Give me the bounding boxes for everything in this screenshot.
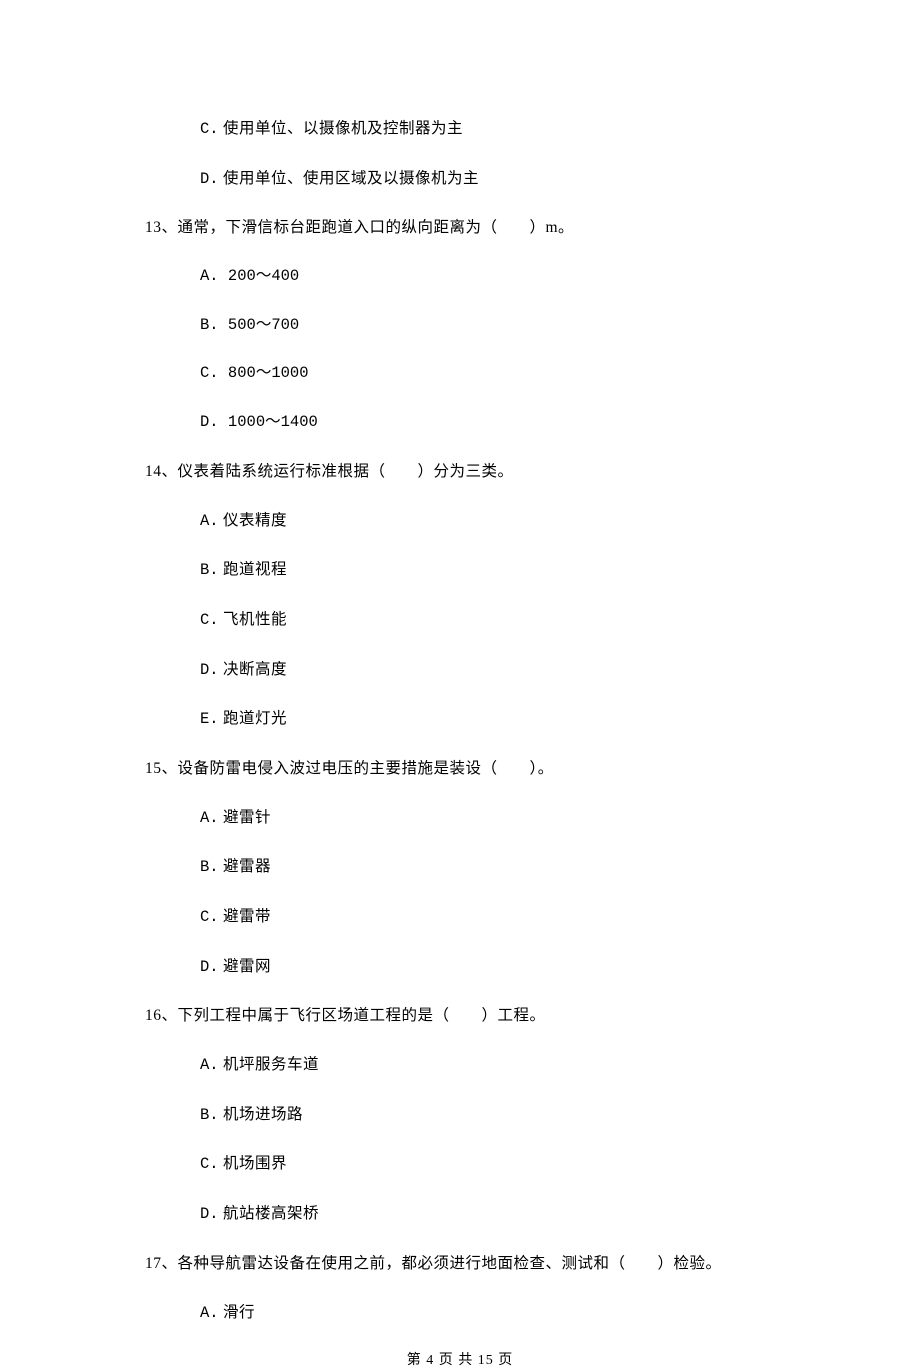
- option-text: 避雷网: [223, 958, 271, 975]
- option-label: A.: [200, 267, 219, 285]
- option-label: C.: [200, 120, 219, 138]
- option-text: 决断高度: [223, 661, 287, 678]
- q15-option-d: D. 避雷网: [200, 956, 775, 979]
- q13-option-d: D. 1000～1400: [200, 412, 775, 434]
- option-label: C.: [200, 908, 219, 926]
- q16-option-b: B. 机场进场路: [200, 1104, 775, 1127]
- option-text: 避雷器: [223, 858, 271, 875]
- option-label: B.: [200, 858, 219, 876]
- q14-option-d: D. 决断高度: [200, 659, 775, 682]
- option-text: 使用单位、使用区域及以摄像机为主: [223, 170, 479, 187]
- option-label: A.: [200, 1304, 219, 1322]
- option-text: 仪表精度: [223, 512, 287, 529]
- option-text: 使用单位、以摄像机及控制器为主: [223, 120, 463, 137]
- option-text: 机场围界: [223, 1155, 287, 1172]
- q16-option-a: A. 机坪服务车道: [200, 1054, 775, 1077]
- option-text: 飞机性能: [223, 611, 287, 628]
- option-text: 机场进场路: [223, 1106, 303, 1123]
- page-footer: 第 4 页 共 15 页: [145, 1351, 775, 1371]
- option-text: 1000～1400: [228, 413, 318, 431]
- option-label: D.: [200, 413, 219, 431]
- option-label: A.: [200, 1056, 219, 1074]
- q13-option-a: A. 200～400: [200, 266, 775, 288]
- option-text: 避雷针: [223, 809, 271, 826]
- option-text: 机坪服务车道: [223, 1056, 319, 1073]
- option-label: D.: [200, 958, 219, 976]
- option-label: C.: [200, 611, 219, 629]
- q16-option-d: D. 航站楼高架桥: [200, 1203, 775, 1226]
- option-label: B.: [200, 316, 219, 334]
- option-label: C.: [200, 364, 219, 382]
- q15-option-c: C. 避雷带: [200, 906, 775, 929]
- question-15: 15、设备防雷电侵入波过电压的主要措施是装设（ ）。: [145, 758, 775, 780]
- option-label: A.: [200, 809, 219, 827]
- option-text: 滑行: [223, 1304, 255, 1321]
- q14-option-c: C. 飞机性能: [200, 609, 775, 632]
- option-text: 800～1000: [228, 364, 309, 382]
- q17-option-a: A. 滑行: [200, 1302, 775, 1325]
- q14-option-e: E. 跑道灯光: [200, 708, 775, 731]
- q15-option-b: B. 避雷器: [200, 856, 775, 879]
- question-13: 13、通常，下滑信标台距跑道入口的纵向距离为（ ）m。: [145, 217, 775, 239]
- q14-option-b: B. 跑道视程: [200, 559, 775, 582]
- option-text: 避雷带: [223, 908, 271, 925]
- option-d: D. 使用单位、使用区域及以摄像机为主: [200, 168, 775, 191]
- option-label: D.: [200, 170, 219, 188]
- option-text: 200～400: [228, 267, 299, 285]
- option-c: C. 使用单位、以摄像机及控制器为主: [200, 118, 775, 141]
- q14-option-a: A. 仪表精度: [200, 510, 775, 533]
- q13-option-b: B. 500～700: [200, 315, 775, 337]
- option-label: B.: [200, 561, 219, 579]
- q13-option-c: C. 800～1000: [200, 363, 775, 385]
- page-content: C. 使用单位、以摄像机及控制器为主 D. 使用单位、使用区域及以摄像机为主 1…: [0, 0, 920, 1371]
- option-text: 跑道灯光: [223, 710, 287, 727]
- question-16: 16、下列工程中属于飞行区场道工程的是（ ）工程。: [145, 1005, 775, 1027]
- option-label: A.: [200, 512, 219, 530]
- question-14: 14、仪表着陆系统运行标准根据（ ）分为三类。: [145, 461, 775, 483]
- option-text: 跑道视程: [223, 561, 287, 578]
- question-17: 17、各种导航雷达设备在使用之前，都必须进行地面检查、测试和（ ）检验。: [145, 1253, 775, 1275]
- option-text: 航站楼高架桥: [223, 1205, 319, 1222]
- option-text: 500～700: [228, 316, 299, 334]
- option-label: E.: [200, 710, 219, 728]
- option-label: C.: [200, 1155, 219, 1173]
- q15-option-a: A. 避雷针: [200, 807, 775, 830]
- q16-option-c: C. 机场围界: [200, 1153, 775, 1176]
- option-label: B.: [200, 1106, 219, 1124]
- option-label: D.: [200, 1205, 219, 1223]
- option-label: D.: [200, 661, 219, 679]
